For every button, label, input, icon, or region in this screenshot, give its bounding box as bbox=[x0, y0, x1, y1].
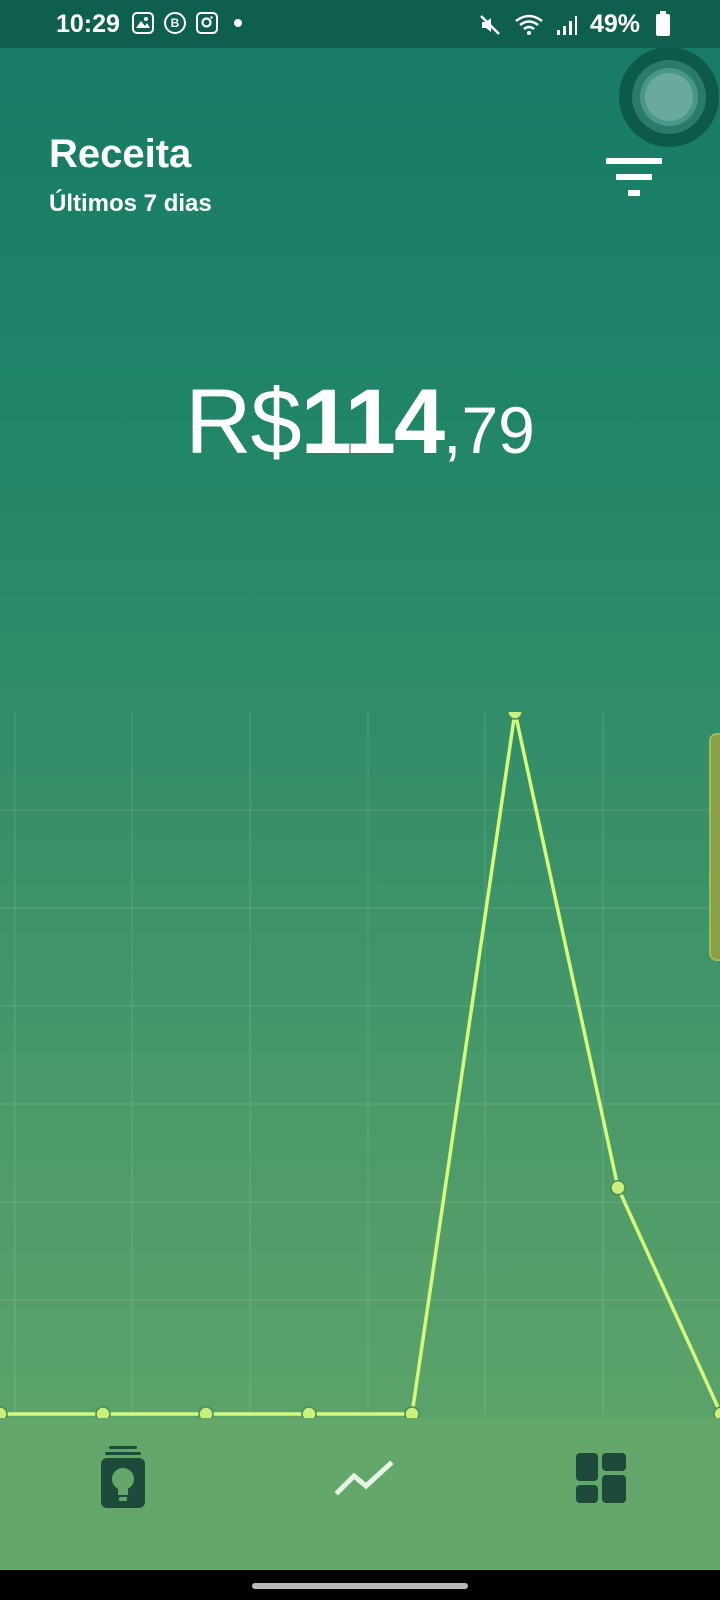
assistive-touch-button[interactable] bbox=[619, 47, 719, 147]
battery-percent: 49% bbox=[589, 10, 640, 38]
status-bar: 10:29 B 49% bbox=[0, 0, 720, 48]
status-time: 10:29 bbox=[56, 10, 120, 38]
data-point[interactable] bbox=[610, 1179, 626, 1196]
app-screen: 10:29 B 49% Receita Últimos 7 dias R$ 11… bbox=[0, 0, 720, 1570]
dot-icon bbox=[234, 19, 242, 27]
gesture-bar[interactable] bbox=[252, 1583, 468, 1589]
nav-dashboard-button[interactable] bbox=[561, 1438, 641, 1518]
page-title: Receita bbox=[49, 132, 192, 176]
period-subtitle[interactable]: Últimos 7 dias bbox=[49, 190, 212, 218]
amount-integer: 114 bbox=[300, 371, 445, 473]
revenue-line-chart bbox=[0, 712, 720, 1422]
gallery-icon bbox=[132, 12, 154, 34]
total-amount: R$ 114 ,79 bbox=[0, 370, 720, 475]
mute-icon bbox=[480, 14, 500, 35]
nav-chart-button[interactable] bbox=[324, 1438, 404, 1518]
signal-icon bbox=[556, 15, 577, 35]
wifi-icon bbox=[515, 14, 543, 35]
currency-symbol: R$ bbox=[185, 371, 302, 473]
lightbulb-card-icon bbox=[101, 1446, 145, 1508]
filter-icon[interactable] bbox=[600, 150, 668, 204]
status-system-icons: 49% bbox=[478, 10, 670, 39]
battery-icon bbox=[656, 10, 670, 36]
status-notification-icons: B bbox=[132, 12, 242, 34]
amount-decimal: ,79 bbox=[443, 393, 535, 467]
trend-line-icon bbox=[334, 1460, 394, 1496]
instagram-icon bbox=[196, 12, 218, 34]
nav-tips-button[interactable] bbox=[83, 1438, 163, 1518]
dashboard-grid-icon bbox=[576, 1453, 626, 1503]
data-point[interactable] bbox=[507, 712, 523, 720]
bottom-navigation bbox=[0, 1418, 720, 1570]
side-panel-handle[interactable] bbox=[709, 733, 720, 961]
b-app-icon: B bbox=[164, 12, 186, 34]
series-line bbox=[0, 712, 720, 1416]
